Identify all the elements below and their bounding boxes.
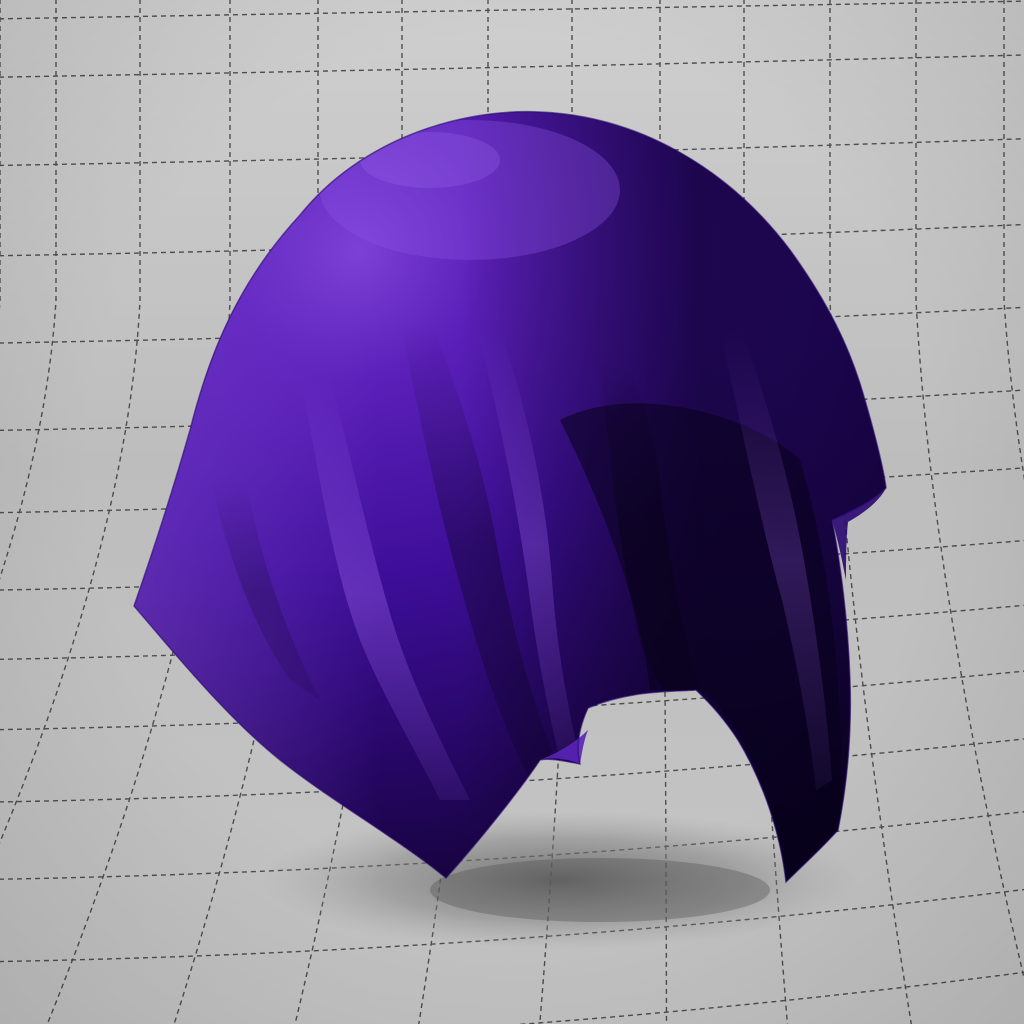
render-scene — [0, 0, 1024, 1024]
